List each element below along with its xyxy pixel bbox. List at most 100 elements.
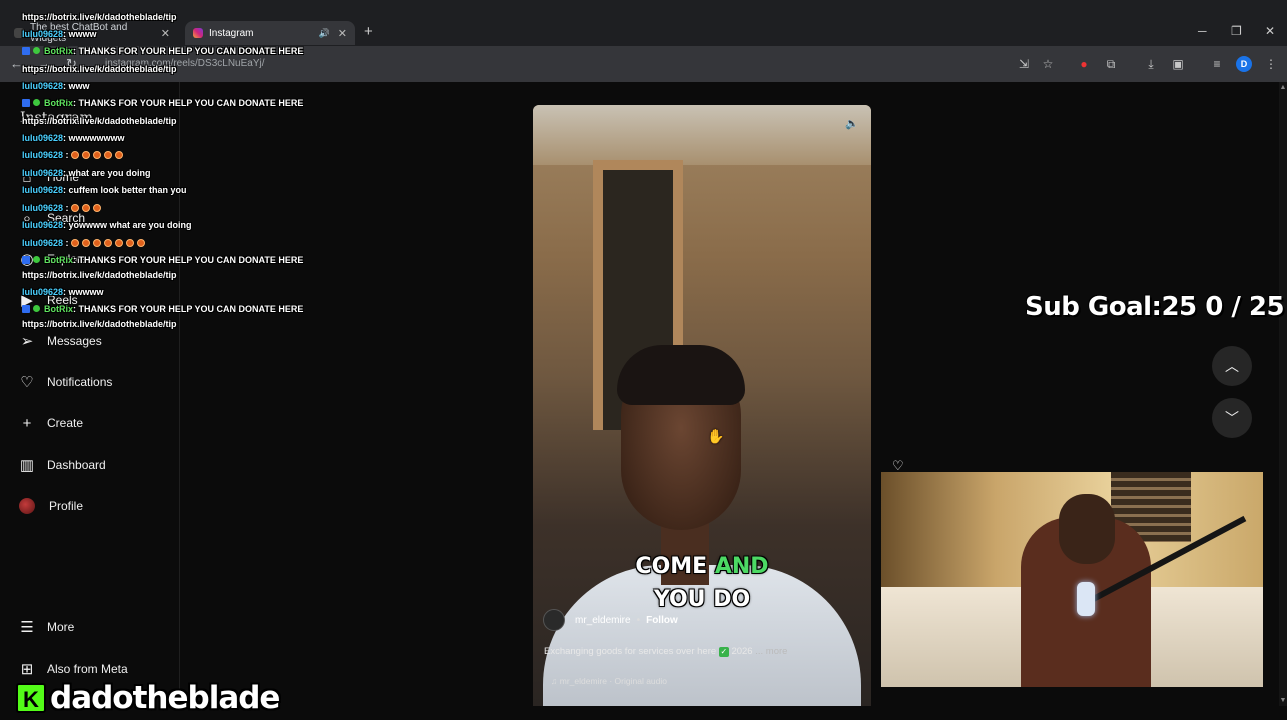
chat-link-text: https://botrix.live/k/dadotheblade/tip xyxy=(22,270,177,280)
webcam-overlay xyxy=(881,472,1263,687)
bookmark-star-icon[interactable]: ☆ xyxy=(1040,56,1056,72)
bot-badge-icon xyxy=(22,47,30,55)
author-avatar[interactable] xyxy=(543,609,565,631)
profile-avatar-icon[interactable]: D xyxy=(1236,56,1252,72)
volume-icon[interactable]: 🔈 xyxy=(843,115,861,133)
instagram-favicon-icon xyxy=(193,28,203,38)
chat-text: : www xyxy=(63,81,90,91)
next-reel-button[interactable]: ﹀ xyxy=(1212,398,1252,438)
bot-badge-icon xyxy=(22,305,30,313)
reel-video[interactable]: 🔈 COME AND YOU DO mr_eldemire • Follow E… xyxy=(533,105,871,706)
menu-kebab-icon[interactable]: ⋮ xyxy=(1263,56,1279,72)
laughing-emoji-icon xyxy=(104,151,113,159)
laughing-emoji-icon xyxy=(71,151,80,159)
previous-reel-button[interactable]: ︿ xyxy=(1212,346,1252,386)
sidebar-item-label: More xyxy=(47,620,75,634)
follow-button[interactable]: Follow xyxy=(646,615,678,626)
audio-label: mr_eldemire · Original audio xyxy=(559,676,667,686)
bot-badge-icon xyxy=(22,99,30,107)
more-link[interactable]: ... more xyxy=(755,646,787,657)
laughing-emoji-icon xyxy=(115,151,124,159)
video-caption-line-1: COME AND xyxy=(533,554,871,579)
chat-link-text: https://botrix.live/k/dadotheblade/tip xyxy=(22,319,177,329)
extensions-puzzle-icon[interactable]: ⧉ xyxy=(1103,56,1119,72)
author-username[interactable]: mr_eldemire xyxy=(575,615,631,626)
sidebar-item-label: Dashboard xyxy=(47,458,106,472)
chat-donate-link: https://botrix.live/k/dadotheblade/tip xyxy=(22,270,177,280)
chat-text: : wwwww xyxy=(63,287,104,297)
chat-username: lulu09628 xyxy=(22,81,64,91)
sidebar-item-create[interactable]: + Create xyxy=(17,412,83,434)
microphone-icon xyxy=(1077,582,1095,616)
reel-author-row: mr_eldemire • Follow xyxy=(543,609,678,631)
chat-donate-link: https://botrix.live/k/dadotheblade/tip xyxy=(22,64,177,74)
chat-username: lulu09628 xyxy=(22,287,64,297)
download-icon[interactable]: ⤓ xyxy=(1143,56,1159,72)
chat-donate-link: https://botrix.live/k/dadotheblade/tip xyxy=(22,12,177,22)
chat-link-text: https://botrix.live/k/dadotheblade/tip xyxy=(22,116,177,126)
laughing-emoji-icon xyxy=(71,239,80,247)
laughing-emoji-icon xyxy=(93,239,102,247)
split-view-icon[interactable]: ▣ xyxy=(1170,56,1186,72)
chevron-down-icon: ﹀ xyxy=(1225,410,1239,426)
laughing-emoji-icon xyxy=(82,204,91,212)
dashboard-chart-icon: ▥ xyxy=(19,457,35,474)
tab-label: Instagram xyxy=(209,27,254,39)
browser-tab-bar: The best ChatBot and Widgets ✕ Instagram… xyxy=(0,0,1287,46)
laughing-emoji-icon xyxy=(82,239,91,247)
sidebar-item-notifications[interactable]: ♡ Notifications xyxy=(17,371,112,393)
chat-username: lulu09628 xyxy=(22,238,64,248)
close-tab-icon[interactable]: ✕ xyxy=(338,27,347,40)
close-window-icon[interactable]: ✕ xyxy=(1265,24,1275,38)
chat-text: : THANKS FOR YOUR HELP YOU CAN DONATE HE… xyxy=(73,255,304,265)
reel-description: Exchanging goods for services over here … xyxy=(544,646,787,657)
chat-bot-message: BotRix: THANKS FOR YOUR HELP YOU CAN DON… xyxy=(22,98,303,108)
chat-message: lulu09628 : xyxy=(22,203,104,213)
laughing-emoji-icon xyxy=(82,151,91,159)
chat-username: BotRix xyxy=(44,98,73,108)
close-tab-icon[interactable]: ✕ xyxy=(161,27,170,40)
heart-icon: ♡ xyxy=(20,374,34,391)
streamer-brand: K dadotheblade xyxy=(16,679,280,717)
verified-badge-icon xyxy=(33,99,40,106)
chat-text: : cuffem look better than you xyxy=(63,185,187,195)
chat-link-text: https://botrix.live/k/dadotheblade/tip xyxy=(22,12,177,22)
separator: • xyxy=(636,614,641,626)
laughing-emoji-icon xyxy=(137,239,146,247)
chat-message: lulu09628: yowwww what are you doing xyxy=(22,220,192,230)
laughing-emoji-icon xyxy=(93,204,102,212)
laughing-emoji-icon xyxy=(104,239,113,247)
minimize-icon[interactable]: ─ xyxy=(1198,24,1207,38)
sidebar-item-more[interactable]: ☰ More xyxy=(17,616,74,638)
extension-red-icon[interactable]: ● xyxy=(1076,56,1092,72)
sidebar-item-messages[interactable]: ➢ Messages xyxy=(17,330,102,352)
sidebar-item-label: Messages xyxy=(47,334,102,348)
chat-separator: : xyxy=(63,150,72,160)
page-scrollbar[interactable]: ▲ ▼ xyxy=(1279,82,1287,706)
scroll-down-arrow-icon[interactable]: ▼ xyxy=(1279,697,1287,704)
tab-instagram[interactable]: Instagram 🔊 ✕ xyxy=(185,21,355,45)
speaker-icon[interactable]: 🔊 xyxy=(319,28,330,39)
sub-goal-overlay: Sub Goal:25 0 / 25 xyxy=(1025,292,1285,322)
sidebar-item-profile[interactable]: Profile xyxy=(17,495,83,517)
reel-audio[interactable]: ♫ mr_eldemire · Original audio xyxy=(551,676,667,686)
restore-icon[interactable]: ❐ xyxy=(1231,24,1242,38)
verified-badge-icon xyxy=(33,47,40,54)
chat-message: lulu09628: www xyxy=(22,81,90,91)
hamburger-menu-icon: ☰ xyxy=(20,619,34,636)
new-tab-icon[interactable]: + xyxy=(364,23,373,40)
sidebar-item-label: Profile xyxy=(49,499,84,513)
chat-username: BotRix xyxy=(44,255,73,265)
scroll-up-arrow-icon[interactable]: ▲ xyxy=(1279,84,1287,91)
chat-username: BotRix xyxy=(44,304,73,314)
install-app-icon[interactable]: ⇲ xyxy=(1016,56,1032,72)
webcam-frame xyxy=(1059,494,1115,564)
chat-link-text: https://botrix.live/k/dadotheblade/tip xyxy=(22,64,177,74)
chat-separator: : xyxy=(63,203,72,213)
chat-username: lulu09628 xyxy=(22,220,64,230)
sidebar-item-also-from-meta[interactable]: ⊞ Also from Meta xyxy=(17,658,128,680)
media-control-icon[interactable]: ≡ xyxy=(1209,56,1225,72)
chat-text: : wwwwwwww xyxy=(63,133,125,143)
meta-grid-icon: ⊞ xyxy=(20,661,34,678)
sidebar-item-dashboard[interactable]: ▥ Dashboard xyxy=(17,454,106,476)
